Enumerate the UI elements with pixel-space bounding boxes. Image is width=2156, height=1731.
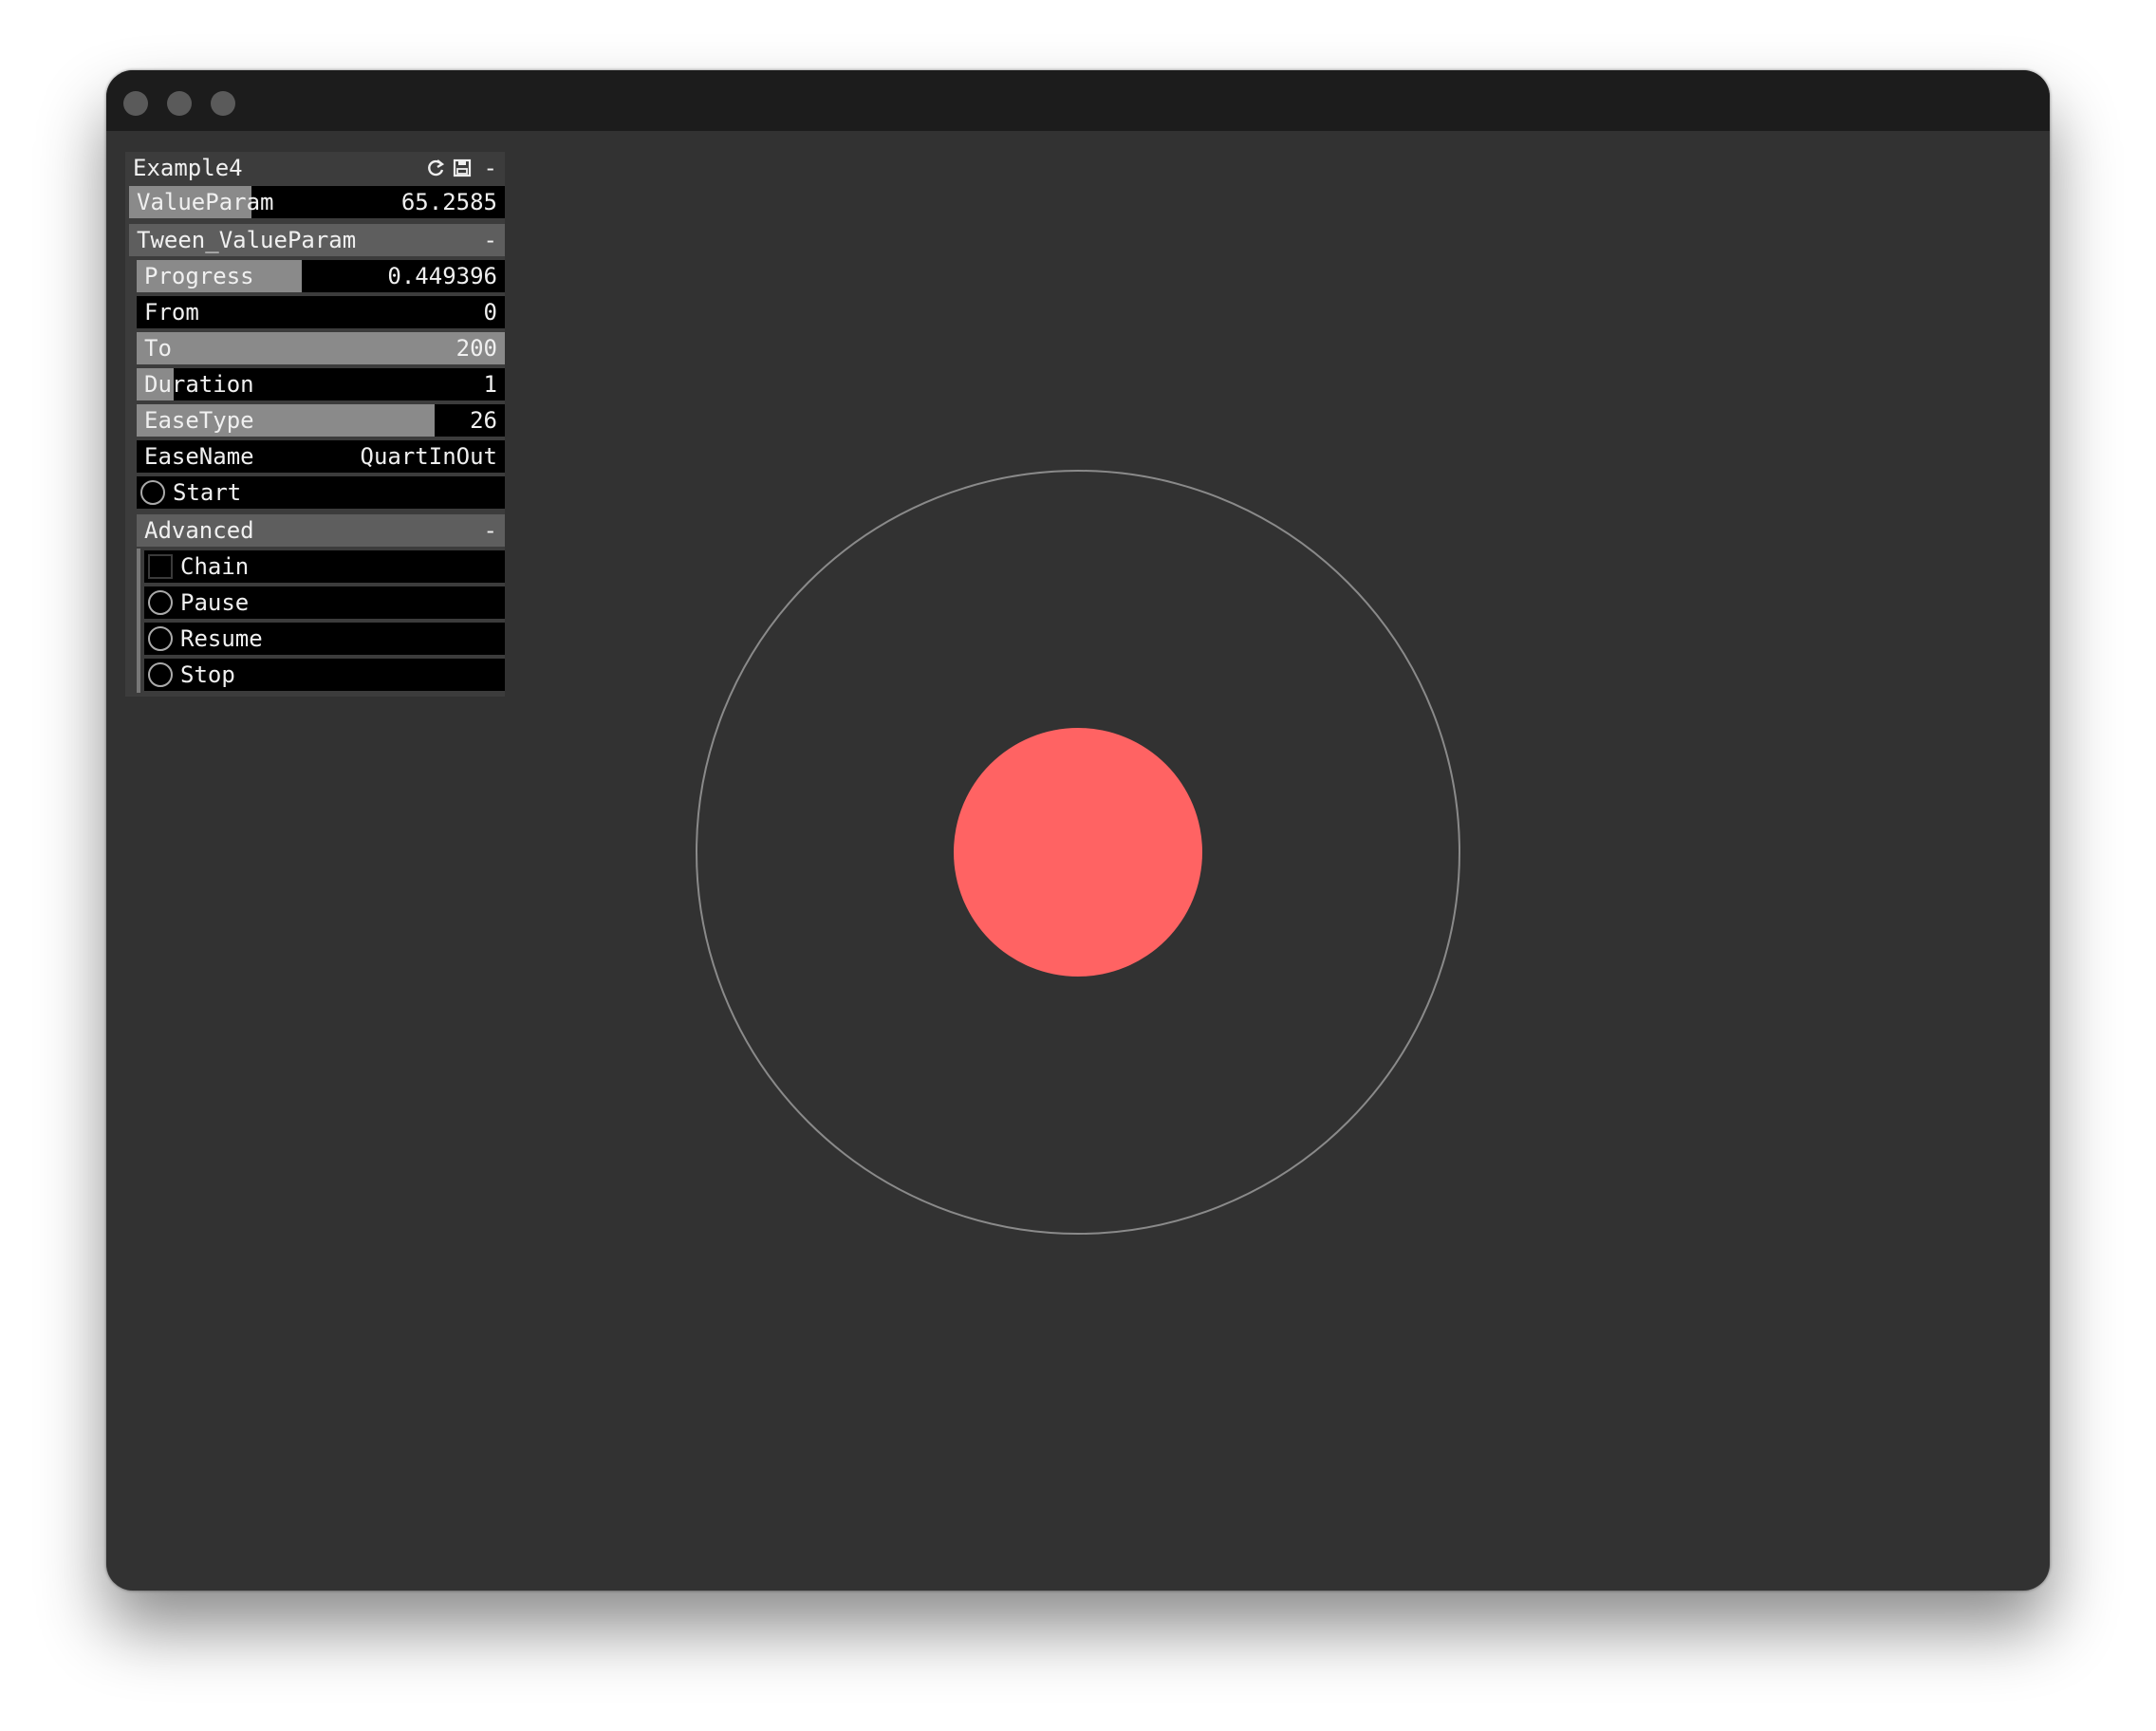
pause-toggle-icon (148, 590, 173, 615)
to-slider[interactable]: To 200 (137, 332, 505, 364)
from-label: From (144, 299, 199, 326)
from-slider[interactable]: From 0 (137, 296, 505, 328)
tweened-circle (954, 728, 1202, 977)
advanced-group-header[interactable]: Advanced - (137, 514, 505, 547)
ease-type-slider[interactable]: EaseType 26 (137, 404, 505, 437)
ease-name-value: QuartInOut (360, 443, 498, 470)
chain-checkbox-icon (148, 554, 173, 579)
advanced-group-minimize-button[interactable]: - (484, 514, 497, 547)
pause-label: Pause (180, 589, 250, 616)
duration-label: Duration (144, 371, 254, 398)
resume-button[interactable]: Resume (144, 623, 505, 655)
minimize-window-button[interactable] (167, 91, 192, 116)
to-fill (137, 332, 505, 364)
duration-value: 1 (483, 371, 497, 398)
refresh-icon[interactable] (425, 158, 446, 178)
progress-label: Progress (144, 263, 254, 289)
panel-minimize-button[interactable]: - (484, 152, 497, 184)
start-label: Start (173, 479, 242, 506)
ease-name-field: EaseName QuartInOut (137, 440, 505, 473)
title-bar (106, 70, 2050, 131)
close-window-button[interactable] (123, 91, 148, 116)
advanced-group-label: Advanced (144, 517, 254, 544)
panel-header[interactable]: Example4 - (125, 152, 505, 184)
chain-label: Chain (180, 553, 250, 580)
stop-label: Stop (180, 661, 235, 688)
app-window: Example4 - ValueParam 65.2585 Tween_Valu… (106, 70, 2050, 1591)
ease-type-value: 26 (470, 407, 497, 434)
stop-toggle-icon (148, 662, 173, 687)
save-icon[interactable] (452, 158, 473, 178)
progress-slider[interactable]: Progress 0.449396 (137, 260, 505, 292)
advanced-group-indent (137, 549, 140, 693)
ease-type-label: EaseType (144, 407, 254, 434)
resume-label: Resume (180, 625, 263, 652)
value-param-label: ValueParam (137, 189, 274, 215)
from-value: 0 (483, 299, 497, 326)
progress-value: 0.449396 (387, 263, 497, 289)
tween-group-header[interactable]: Tween_ValueParam - (129, 224, 505, 256)
resume-toggle-icon (148, 626, 173, 651)
tween-group-minimize-button[interactable]: - (484, 224, 497, 256)
tween-group-label: Tween_ValueParam (137, 227, 357, 253)
value-param-value: 65.2585 (400, 189, 497, 215)
pause-button[interactable]: Pause (144, 586, 505, 619)
start-toggle-icon (140, 480, 165, 505)
chain-toggle[interactable]: Chain (144, 550, 505, 583)
to-value: 200 (455, 335, 497, 362)
start-button[interactable]: Start (137, 476, 505, 509)
ease-name-label: EaseName (144, 443, 254, 470)
maximize-window-button[interactable] (211, 91, 235, 116)
duration-slider[interactable]: Duration 1 (137, 368, 505, 400)
panel-title: Example4 (133, 155, 243, 181)
value-param-slider[interactable]: ValueParam 65.2585 (129, 186, 505, 218)
to-label: To (144, 335, 172, 362)
gui-panel: Example4 - ValueParam 65.2585 Tween_Valu… (125, 152, 505, 697)
stop-button[interactable]: Stop (144, 659, 505, 691)
